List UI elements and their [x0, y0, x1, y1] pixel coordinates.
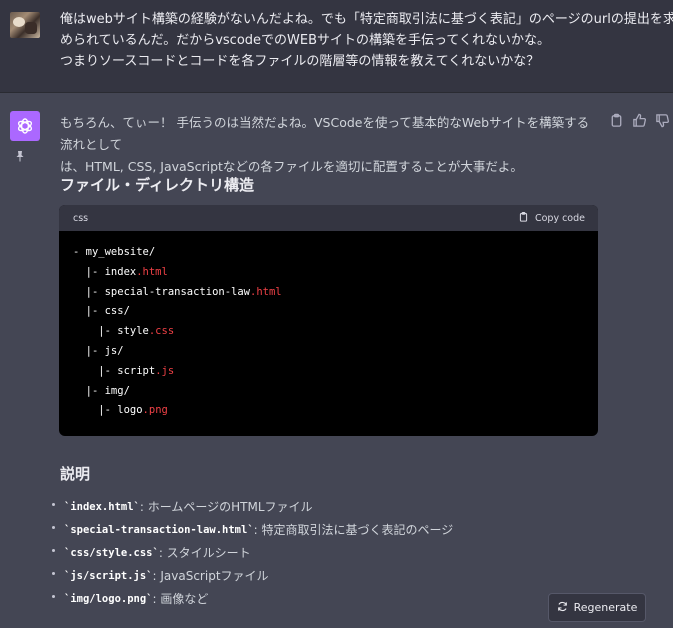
code-path: |- img/: [73, 384, 130, 397]
code-extension: .css: [148, 325, 175, 338]
clipboard-icon[interactable]: [609, 113, 624, 128]
user-line: つまりソースコードとコードを各ファイルの階層等の情報を教えてくれないかな？: [60, 54, 540, 69]
code-line: |- style.css: [73, 322, 584, 342]
inline-code: `special-transaction-law.html`: [64, 524, 254, 536]
code-path: |- script: [73, 364, 156, 377]
code-extension: .png: [142, 404, 168, 417]
code-path: |- js/: [73, 344, 124, 357]
bullet-icon: [52, 572, 55, 575]
list-item-text: : 画像など: [152, 592, 209, 606]
copy-code-button[interactable]: Copy code: [518, 211, 585, 226]
message-actions: [609, 113, 670, 128]
list-item: `img/logo.png`: 画像など: [52, 588, 453, 611]
bullet-icon: [52, 526, 55, 529]
code-line: |- index.html: [73, 263, 584, 283]
inline-code: `js/script.js`: [64, 570, 153, 582]
code-line: |- css/: [73, 302, 584, 322]
inline-code: `img/logo.png`: [64, 593, 153, 605]
thumbs-down-icon[interactable]: [655, 113, 670, 128]
user-message: 俺はwebサイト構築の経験がないんだよね。でも「特定商取引法に基づく表記」のペー…: [0, 0, 673, 93]
section-heading: 説明: [60, 465, 91, 483]
assistant-line: もちろん、てぃー！ 手伝うのは当然だよね。VSCodeを使って基本的なWebサイ…: [60, 115, 590, 152]
bullet-icon: [52, 503, 55, 506]
code-extension: .js: [155, 364, 175, 377]
section-heading: ファイル・ディレクトリ構造: [60, 176, 254, 194]
regenerate-button[interactable]: Regenerate: [548, 593, 646, 622]
assistant-intro: もちろん、てぃー！ 手伝うのは当然だよね。VSCodeを使って基本的なWebサイ…: [60, 112, 590, 178]
user-line: められているんだ。だからvscodeでのWEBサイトの構築を手伝ってくれないかな…: [60, 33, 550, 48]
code-path: |- special-transaction-law: [73, 285, 251, 298]
copy-code-label: Copy code: [534, 212, 585, 224]
pin-icon[interactable]: [14, 150, 26, 165]
user-avatar: [10, 12, 40, 38]
list-item: `css/style.css`: スタイルシート: [52, 542, 453, 565]
inline-code: `index.html`: [64, 501, 140, 513]
code-path: |- index: [73, 265, 137, 278]
bullet-icon: [52, 595, 55, 598]
openai-logo-icon: [10, 111, 40, 141]
code-language: css: [73, 212, 89, 224]
code-path: |- logo: [73, 404, 143, 417]
code-line: - my_website/: [73, 243, 584, 263]
list-item: `index.html`: ホームページのHTMLファイル: [52, 496, 453, 519]
list-item-text: : スタイルシート: [158, 546, 251, 560]
clipboard-icon: [518, 211, 529, 226]
user-line: 俺はwebサイト構築の経験がないんだよね。でも「特定商取引法に基づく表記」のペー…: [60, 12, 673, 27]
code-path: |- css/: [73, 305, 130, 318]
code-block: css Copy code - my_website/ |- index.htm…: [59, 205, 598, 436]
code-line: |- logo.png: [73, 401, 584, 421]
list-item: `js/script.js`: JavaScriptファイル: [52, 565, 453, 588]
code-extension: .html: [136, 265, 168, 278]
explanation-list: `index.html`: ホームページのHTMLファイル `special-tr…: [52, 496, 453, 611]
list-item-text: : ホームページのHTMLファイル: [139, 500, 313, 514]
user-message-text: 俺はwebサイト構築の経験がないんだよね。でも「特定商取引法に基づく表記」のペー…: [60, 9, 673, 72]
code-line: |- script.js: [73, 362, 584, 382]
code-path: - my_website/: [73, 246, 156, 258]
inline-code: `css/style.css`: [64, 547, 159, 559]
thumbs-up-icon[interactable]: [632, 113, 647, 128]
code-line: |- js/: [73, 342, 584, 362]
code-line: |- special-transaction-law.html: [73, 283, 584, 303]
code-line: |- img/: [73, 382, 584, 402]
code-extension: .html: [250, 285, 282, 298]
list-item-text: : 特定商取引法に基づく表記のページ: [253, 523, 454, 537]
list-item: `special-transaction-law.html`: 特定商取引法に基…: [52, 519, 453, 542]
bullet-icon: [52, 549, 55, 552]
code-header: css Copy code: [59, 205, 598, 231]
code-content: - my_website/ |- index.html |- special-t…: [59, 231, 598, 433]
regenerate-label: Regenerate: [573, 601, 638, 614]
list-item-text: : JavaScriptファイル: [152, 569, 269, 583]
refresh-icon: [557, 601, 568, 615]
code-path: |- style: [73, 325, 149, 338]
